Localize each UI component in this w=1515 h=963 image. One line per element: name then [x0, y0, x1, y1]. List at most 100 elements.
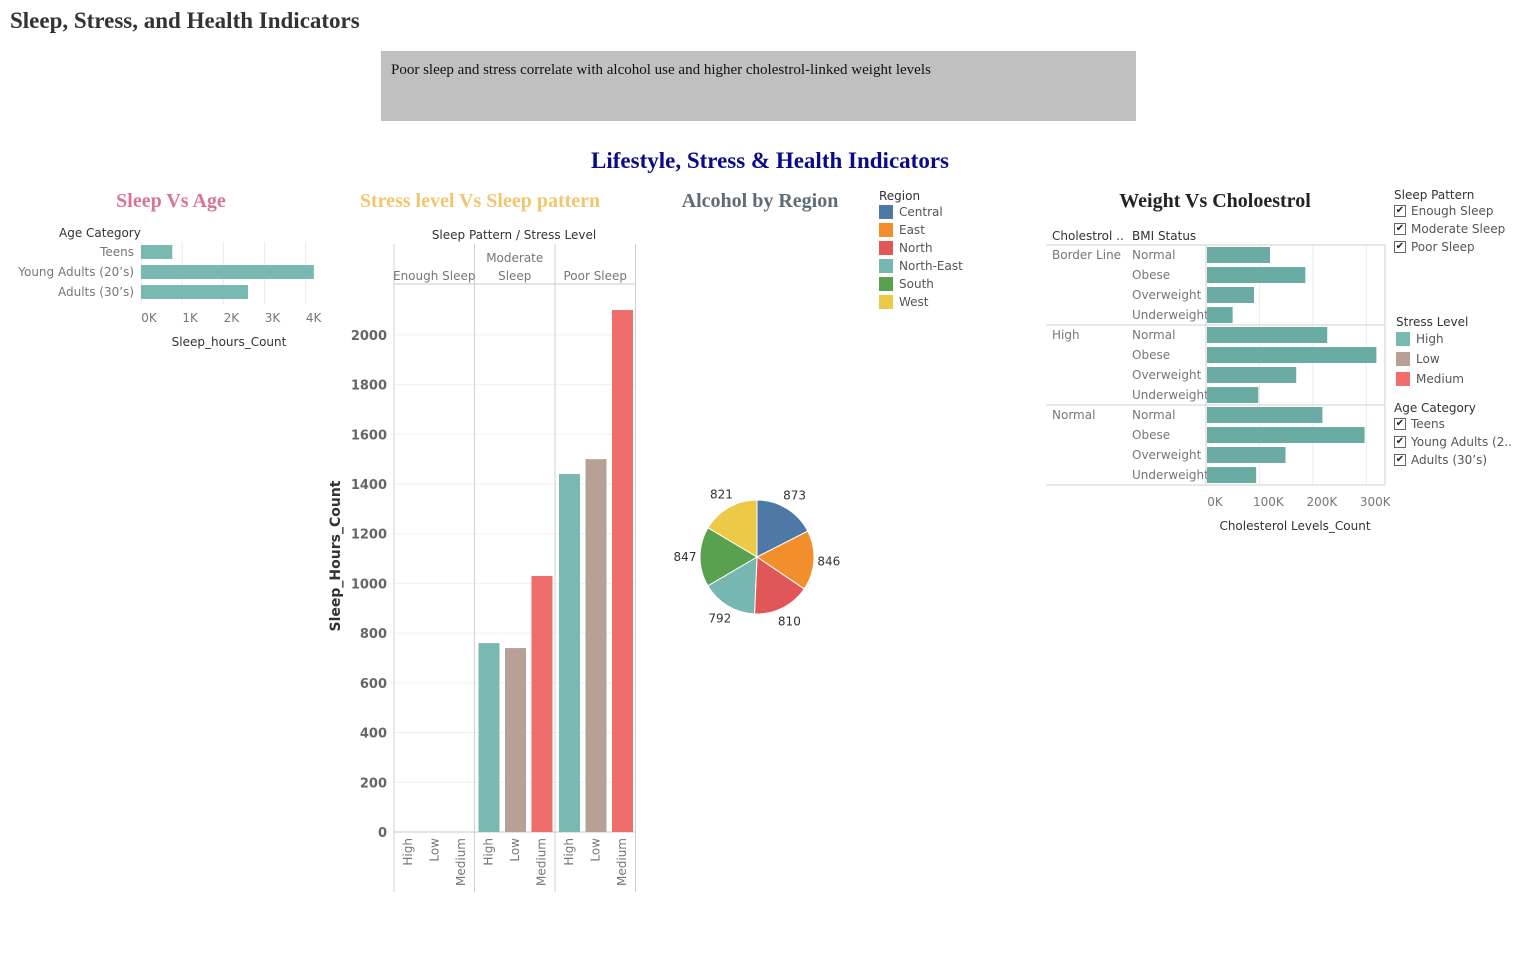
age-category-filter-title: Age Category [1394, 401, 1476, 415]
slice-value-label: 846 [817, 554, 840, 568]
bar-teens [141, 245, 173, 259]
category-label: Overweight [1132, 368, 1202, 382]
legend-item-east[interactable]: East [879, 221, 963, 239]
legend-swatch [1396, 352, 1410, 366]
category-label: Obese [1132, 348, 1170, 362]
age-category-option-adults-30-s[interactable]: ✔ Adults (30’s) [1394, 451, 1512, 469]
y-tick-label: 1800 [351, 379, 387, 394]
group-label-high: High [1052, 328, 1080, 342]
legend-swatch [879, 223, 893, 237]
age-category-filter: Age Category ✔ Teens ✔ Young Adults (2.. ✔ Ad… [1394, 401, 1512, 469]
stress-vs-sleep-chart: Sleep Pattern / Stress Level 0 200 400 600 80… [328, 228, 636, 892]
slice-value-label: 873 [783, 489, 806, 503]
option-label: Poor Sleep [1411, 240, 1475, 254]
legend-item-north-east[interactable]: North-East [879, 257, 963, 275]
slice-value-label: 810 [778, 614, 801, 628]
y-tick-label: 0 [378, 826, 387, 841]
sleep-pattern-options: ✔ Enough Sleep ✔ Moderate Sleep ✔ Poor Sleep [1394, 202, 1505, 256]
bar-poor-sleep-low [585, 459, 607, 832]
option-label: Moderate Sleep [1411, 222, 1506, 236]
legend-item-north[interactable]: North [879, 239, 963, 257]
legend-label: South [899, 277, 934, 291]
bar-border-line-obese [1207, 267, 1306, 283]
bar-moderate-sleep-medium [531, 575, 553, 832]
bar-border-line-underweight [1207, 307, 1233, 323]
legend-item-central[interactable]: Central [879, 203, 963, 221]
x-tick-label: 3K [265, 311, 282, 325]
panel-label-line: Sleep [498, 269, 531, 283]
sleep-pattern-option-poor-sleep[interactable]: ✔ Poor Sleep [1394, 238, 1505, 256]
sleep-vs-age-title: Sleep Vs Age [116, 190, 226, 212]
y-tick-label: 200 [360, 776, 387, 791]
category-label: Underweight [1132, 308, 1209, 322]
checkbox-checked-icon[interactable]: ✔ [1394, 205, 1406, 217]
bar-high-normal [1207, 327, 1328, 343]
stress-legend-item-high[interactable]: High [1396, 329, 1468, 349]
bar-border-line-overweight [1207, 287, 1255, 303]
x-tick-label: Medium [454, 838, 468, 886]
weight-vs-cholesterol-title: Weight Vs Choloestrol [1119, 190, 1311, 212]
legend-item-west[interactable]: West [879, 293, 963, 311]
x-axis-label: Cholesterol Levels_Count [1219, 519, 1370, 533]
x-tick-label: 0K [141, 311, 158, 325]
legend-label: Central [899, 205, 943, 219]
column-header: Sleep Pattern / Stress Level [432, 228, 596, 242]
x-tick-label: 100K [1253, 495, 1285, 509]
sleep-pattern-option-enough-sleep[interactable]: ✔ Enough Sleep [1394, 202, 1505, 220]
checkbox-checked-icon[interactable]: ✔ [1394, 454, 1406, 466]
main-title: Lifestyle, Stress & Health Indicators [591, 148, 949, 173]
x-tick-label: 2K [224, 311, 241, 325]
sleep-pattern-filter: Sleep Pattern ✔ Enough Sleep ✔ Moderate Sle… [1394, 188, 1505, 256]
category-label: Obese [1132, 268, 1170, 282]
legend-label: North [899, 241, 933, 255]
panel-label-poor-sleep: Poor Sleep [563, 269, 627, 283]
bar-high-overweight [1207, 367, 1297, 383]
legend-swatch [1396, 372, 1410, 386]
y-tick-label: 1000 [351, 577, 387, 592]
x-tick-label: 200K [1306, 495, 1338, 509]
sleep-vs-age-chart: Age Category0K 1K 2K 3K 4KTeensYoung Adults … [17, 226, 322, 349]
x-tick-label: High [482, 838, 496, 866]
age-category-option-teens[interactable]: ✔ Teens [1394, 415, 1512, 433]
sleep-pattern-filter-title: Sleep Pattern [1394, 188, 1475, 202]
legend-label: High [1416, 332, 1444, 346]
legend-label: North-East [899, 259, 963, 273]
sleep-pattern-option-moderate-sleep[interactable]: ✔ Moderate Sleep [1394, 220, 1505, 238]
legend-swatch [879, 295, 893, 309]
x-tick-label: High [562, 838, 576, 866]
legend-item-south[interactable]: South [879, 275, 963, 293]
stress-level-legend-title: Stress Level [1396, 315, 1469, 329]
checkbox-checked-icon[interactable]: ✔ [1394, 223, 1406, 235]
checkbox-checked-icon[interactable]: ✔ [1394, 241, 1406, 253]
option-label: Teens [1411, 417, 1445, 431]
category-label: Normal [1132, 248, 1175, 262]
row-header: BMI Status [1132, 229, 1196, 243]
panel-label-enough-sleep: Enough Sleep [393, 269, 476, 283]
x-tick-label: 0K [1207, 495, 1224, 509]
age-category-option-young-adults-2[interactable]: ✔ Young Adults (2.. [1394, 433, 1512, 451]
bar-normal-overweight [1207, 447, 1286, 463]
stress-legend-item-medium[interactable]: Medium [1396, 369, 1468, 389]
legend-swatch [879, 259, 893, 273]
alcohol-by-region-title: Alcohol by Region [681, 190, 839, 212]
region-legend: Region Central East North North-East South We… [879, 189, 963, 311]
legend-swatch [879, 205, 893, 219]
category-label: Overweight [1132, 288, 1202, 302]
y-tick-label: 2000 [351, 329, 387, 344]
x-tick-label: Low [428, 838, 442, 862]
group-label-border-line: Border Line [1052, 248, 1121, 262]
category-label: Teens [99, 245, 134, 259]
bar-normal-normal [1207, 407, 1323, 423]
option-label: Adults (30’s) [1411, 453, 1488, 467]
checkbox-checked-icon[interactable]: ✔ [1394, 436, 1406, 448]
x-tick-label: 1K [182, 311, 199, 325]
age-category-options: ✔ Teens ✔ Young Adults (2.. ✔ Adults (30’s) [1394, 415, 1512, 469]
stress-level-items: High Low Medium [1396, 329, 1468, 389]
category-label: Underweight [1132, 468, 1209, 482]
legend-swatch [879, 241, 893, 255]
legend-swatch [879, 277, 893, 291]
slice-value-label: 792 [708, 612, 731, 626]
checkbox-checked-icon[interactable]: ✔ [1394, 418, 1406, 430]
slice-value-label: 821 [710, 487, 733, 501]
stress-legend-item-low[interactable]: Low [1396, 349, 1468, 369]
